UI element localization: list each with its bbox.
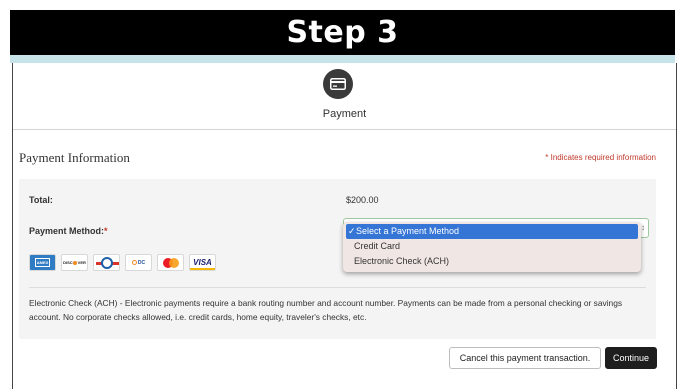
required-note: * Indicates required information <box>545 153 656 162</box>
chevron-updown-icon: ↕ <box>641 223 645 232</box>
payment-method-dropdown[interactable]: ✓Select a Payment Method Credit Card Ele… <box>343 222 641 272</box>
dropdown-option-select[interactable]: ✓Select a Payment Method <box>346 224 638 239</box>
mastercard-card-icon <box>157 254 184 271</box>
step-banner: Step 3 <box>10 10 675 55</box>
visa-card-icon: VISA <box>189 254 216 271</box>
credit-card-icon <box>323 69 353 99</box>
section-title: Payment Information <box>19 150 130 165</box>
banner-title: Step 3 <box>286 15 399 50</box>
panel-divider <box>29 287 646 288</box>
accepted-cards: AMEX DISC VER DC VISA <box>29 254 216 271</box>
amex-card-icon: AMEX <box>29 254 56 271</box>
continue-button[interactable]: Continue <box>605 347 657 369</box>
dccard-card-icon: DC <box>125 254 152 271</box>
discover-card-icon: DISC VER <box>61 254 88 271</box>
payment-method-label: Payment Method:* <box>29 226 108 236</box>
step-header: Payment <box>13 63 676 130</box>
dropdown-option-label: Select a Payment Method <box>356 226 460 236</box>
payment-panel: Total: $200.00 Payment Method:* ↕ ✓Selec… <box>19 179 656 339</box>
ach-description: Electronic Check (ACH) - Electronic paym… <box>29 298 623 322</box>
cancel-payment-button[interactable]: Cancel this payment transaction. <box>449 347 601 369</box>
payment-method-label-text: Payment Method: <box>29 226 105 236</box>
checkmark-icon: ✓ <box>348 226 356 236</box>
total-value: $200.00 <box>346 195 379 205</box>
accent-strip <box>10 55 675 63</box>
dropdown-option-credit-card[interactable]: Credit Card <box>346 239 638 254</box>
total-label: Total: <box>29 195 53 205</box>
required-marker: * <box>104 226 108 236</box>
step-label: Payment <box>322 108 367 120</box>
diners-club-card-icon <box>93 254 120 271</box>
payment-frame: Payment Payment Information * Indicates … <box>12 63 677 389</box>
dropdown-option-ach[interactable]: Electronic Check (ACH) <box>346 254 638 269</box>
